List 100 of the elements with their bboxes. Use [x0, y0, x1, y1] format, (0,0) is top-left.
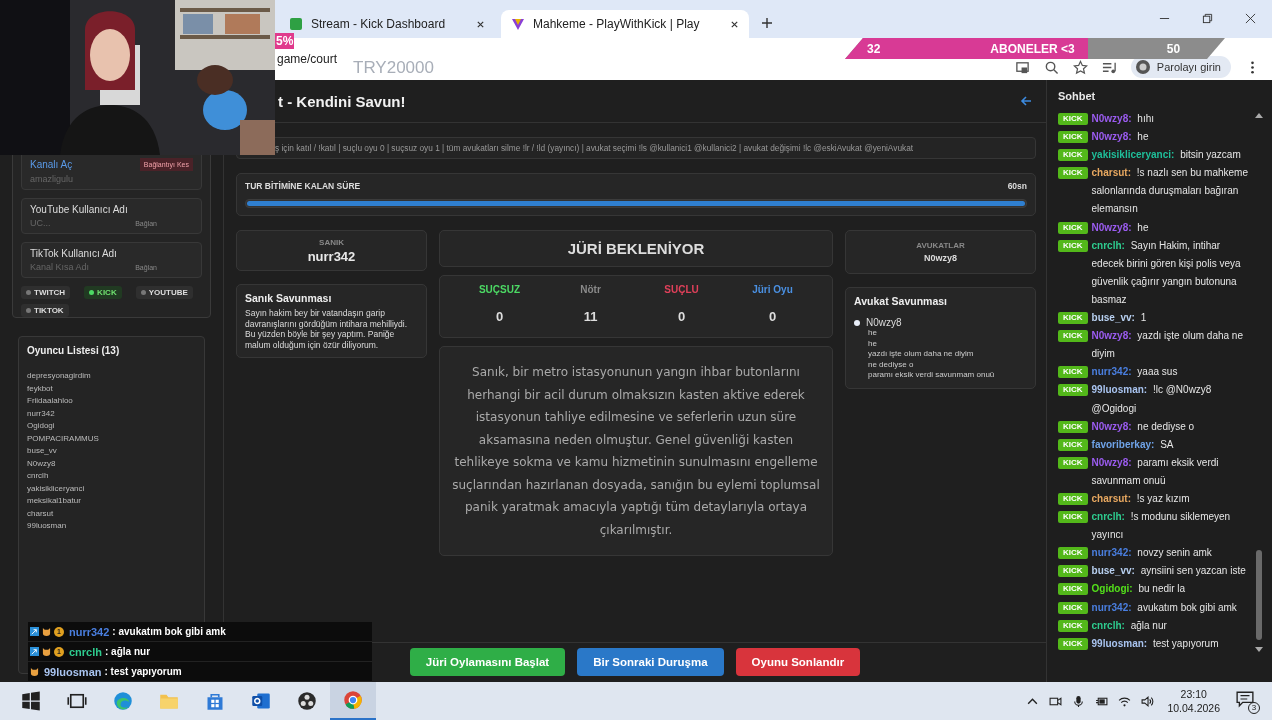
chat-message: nurr342: avukatım bok gibi amk [1091, 600, 1238, 615]
defense-line: yazdı işte olum daha ne diyim [867, 349, 975, 360]
cat-icon [42, 647, 51, 656]
player-name: 99luosman [27, 520, 68, 532]
arrow-badge-icon [30, 647, 39, 656]
player-name: cnrclh [27, 470, 50, 482]
close-icon[interactable] [730, 19, 739, 29]
vote-count: 0 [677, 309, 686, 324]
chat-username: cnrclh [69, 645, 102, 658]
vote-count: 0 [495, 309, 504, 324]
vote-count: 0 [768, 309, 777, 324]
chat-message: cnrclh: ağla nur [1091, 618, 1168, 633]
chat-message: Ogidogi: bu nedir la [1091, 582, 1187, 597]
vote-label: Nötr [580, 284, 601, 295]
restore-icon[interactable] [1202, 13, 1213, 24]
defendant-name: nurr342 [307, 249, 356, 264]
action-button[interactable]: Bir Sonraki Duruşma [577, 648, 724, 676]
browser-tab[interactable]: Mahkeme - PlayWithKick | Play [501, 10, 749, 38]
cast-icon[interactable] [1014, 59, 1030, 75]
close-icon[interactable] [476, 19, 485, 29]
card-label: AVUKATLAR [916, 241, 965, 250]
lawyer-name: N0wzy8 [924, 253, 957, 263]
vote-count: 11 [583, 309, 598, 324]
platform-chip[interactable]: KICK [84, 286, 122, 299]
chat-username: 99luosman [44, 665, 102, 678]
mail-app-icon[interactable] [251, 691, 271, 711]
platform-badge: KICK [1058, 456, 1088, 469]
microphone-icon[interactable] [1072, 694, 1086, 708]
percent-label: 5% [275, 33, 295, 49]
card-title: Avukat Savunması [854, 295, 948, 307]
cat-icon [30, 667, 39, 676]
chat-message-text: : ağla nur [105, 646, 151, 657]
volume-icon[interactable] [1141, 694, 1155, 708]
windows-start-icon[interactable] [21, 691, 41, 711]
wifi-icon[interactable] [1118, 694, 1132, 708]
platform-badge: KICK [1058, 619, 1088, 632]
address-field[interactable]: game/court [277, 52, 338, 66]
clock-date[interactable]: 10.04.2026 [1167, 701, 1220, 715]
field-label: TikTok Kullanıcı Adı [30, 248, 118, 259]
player-name: N0wzy8 [27, 457, 57, 470]
bullet-icon [854, 319, 860, 326]
chat-message: N0wzy8: he [1091, 130, 1150, 145]
chat-message: charsut: !s yaz kızım [1091, 491, 1191, 506]
cat-icon [42, 627, 51, 636]
platform-badge: KICK [1058, 511, 1088, 524]
platform-badge: KICK [1058, 239, 1088, 252]
field-label: YouTube Kullanıcı Adı [30, 204, 129, 215]
platform-badge: KICK [1058, 420, 1088, 433]
player-name: Friidaalahloo [27, 395, 74, 407]
close-icon[interactable] [1245, 13, 1256, 24]
defense-line: he [867, 328, 878, 339]
lawyer-name: N0wzy8 [866, 317, 902, 328]
platform-badge: KICK [1058, 492, 1088, 505]
back-arrow-icon[interactable] [1020, 95, 1032, 107]
defense-line: paramı eksik verdi savunmam onuü [867, 370, 996, 381]
chat-message: N0wzy8: hıhı [1091, 112, 1156, 126]
clock-time[interactable]: 23:10 [1180, 687, 1207, 701]
chat-message: buse_vv: aynsiini sen yazcan iste [1091, 564, 1247, 579]
platform-badge: KICK [1058, 583, 1088, 596]
player-name: Ogidogi [27, 420, 56, 432]
chat-message: N0wzy8: paramı eksik verdi savunmam onuü [1091, 455, 1220, 488]
platform-chip[interactable]: TWITCH [21, 286, 71, 299]
camera-icon[interactable] [1049, 694, 1063, 708]
platform-badge: KICK [1058, 637, 1088, 650]
card-label: SANIK [319, 238, 344, 247]
timer-value: 60sn [1007, 181, 1027, 191]
player-name: POMPACIRAMMUS [27, 432, 100, 445]
new-tab-icon[interactable] [761, 17, 773, 29]
browser-icon[interactable] [113, 691, 133, 711]
chrome-icon [343, 690, 363, 710]
platform-chip[interactable]: TIKTOK [21, 304, 69, 317]
username-text: amazligulu [30, 174, 75, 184]
square-logo-icon [289, 17, 303, 31]
chat-message: nurr342: novzy senin amk [1091, 546, 1213, 561]
platform-chip[interactable]: YOUTUBE [135, 286, 193, 299]
search-icon[interactable] [1043, 59, 1059, 75]
accusation-text: Sanık, bir metro istasyonunun yangın ihbar butonlarını herhangi bir acil durum olmaksızın kasten aktive ederek istasyonun tahliye edilmesine ve seferlerin uzun süre aksamasına neden olmuştur. Genel güvenliği kasten tehlikeye sokma ve kamu hizmetinin sunulmasını engelleme suçlarından hazırlanan dosyada, sanığın bu eylemi toplumsal panik yaratmak amacıyla yaptığı tüm detaylarıyla ortaya çıkarılmıştır. [452, 364, 820, 539]
open-channel-link[interactable]: Kanalı Aç [30, 159, 73, 170]
chat-message-text: : test yapıyorum [104, 666, 182, 677]
action-button[interactable]: Oyunu Sonlandır [735, 648, 861, 676]
notifications-icon[interactable] [1236, 690, 1254, 708]
platform-badge: KICK [1058, 601, 1088, 614]
task-view-icon[interactable] [67, 691, 87, 711]
chat-message: buse_vv: 1 [1091, 311, 1148, 326]
card-title: Sanık Savunması [245, 292, 333, 304]
vote-label: SUÇSUZ [478, 284, 521, 295]
platform-badge: KICK [1058, 131, 1088, 144]
arrow-badge-icon [30, 627, 39, 636]
record-app-icon[interactable] [297, 691, 317, 711]
player-name: nurr342 [27, 407, 56, 420]
chrome-taskbar-button[interactable] [330, 682, 376, 720]
chat-message: N0wzy8: he [1091, 220, 1150, 235]
chat-message: favoriberkay: SA [1091, 437, 1175, 452]
platform-badge: KICK [1058, 167, 1088, 180]
store-icon[interactable] [205, 691, 225, 711]
star-icon[interactable] [1072, 59, 1088, 75]
platform-badge: KICK [1058, 547, 1088, 560]
chat-title: Sohbet [1058, 90, 1097, 102]
page-title: t - Kendini Savun! [278, 92, 407, 110]
platform-badge: KICK [1058, 221, 1088, 234]
